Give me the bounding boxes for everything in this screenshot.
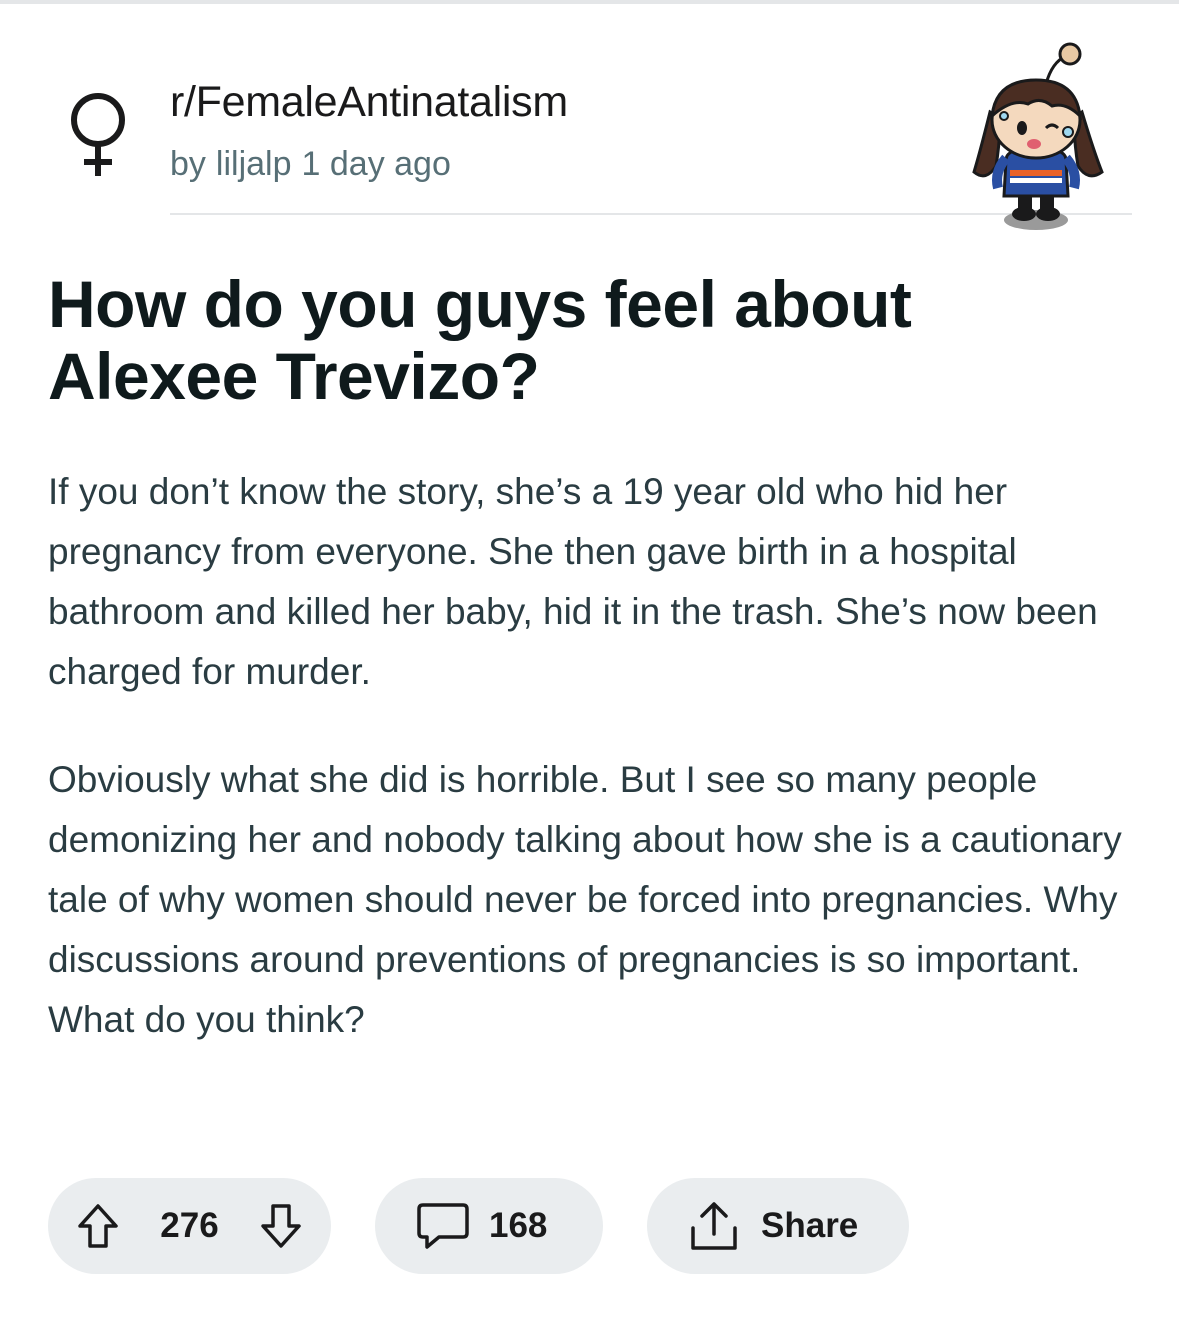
speech-bubble-icon [417,1203,469,1249]
subreddit-name[interactable]: r/FemaleAntinatalism [170,78,568,127]
arrow-up-icon[interactable] [76,1202,120,1250]
arrow-down-icon[interactable] [259,1202,303,1250]
body-paragraph: If you don’t know the story, she’s a 19 … [48,471,1098,692]
author-link[interactable]: liljalp [216,145,292,183]
action-bar: 276 168 Share [48,1178,909,1274]
female-symbol-icon[interactable] [60,90,136,180]
share-label: Share [761,1206,859,1245]
share-upload-icon [691,1202,737,1250]
post-meta: by liljalp 1 day ago [170,145,461,184]
by-label: by [170,145,206,183]
comment-count: 168 [489,1206,548,1245]
comments-button[interactable]: 168 [375,1178,603,1274]
top-border [0,0,1179,4]
vote-count: 276 [160,1206,219,1245]
post-title: How do you guys feel about Alexee Treviz… [48,267,912,413]
share-button[interactable]: Share [647,1178,909,1274]
vote-control: 276 [48,1178,331,1274]
body-paragraph: Obviously what she did is horrible. But … [48,759,1122,1040]
post-age: 1 day ago [301,145,451,183]
post-body: If you don’t know the story, she’s a 19 … [48,462,1133,1098]
avatar[interactable] [966,42,1114,238]
